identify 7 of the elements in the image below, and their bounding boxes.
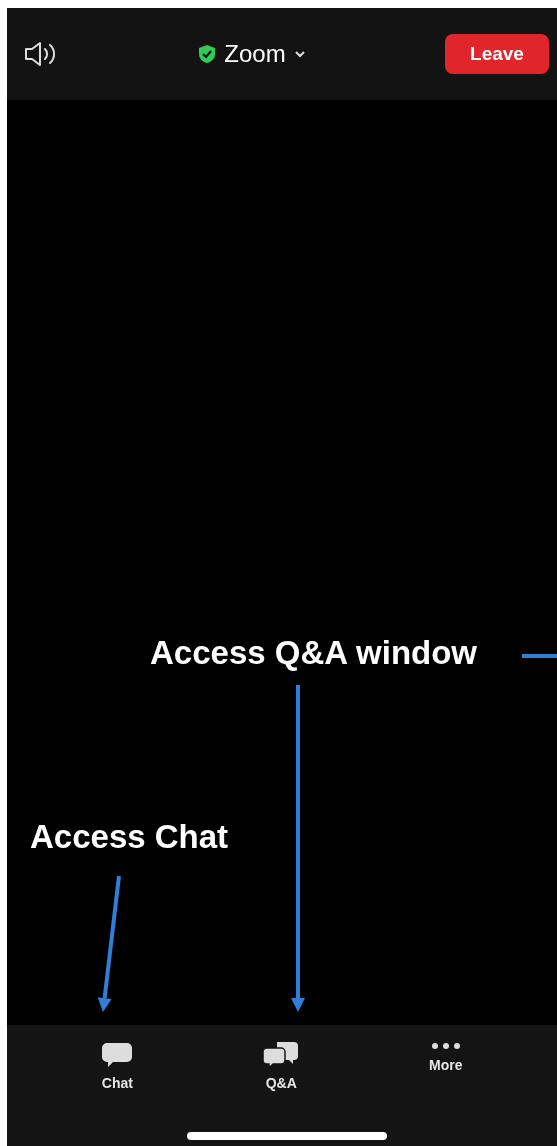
toolbar-button[interactable]: Chat xyxy=(93,1041,142,1091)
meeting-title: Zoom xyxy=(224,40,286,68)
annotation-label: Access Q&A window xyxy=(150,634,478,672)
annotation-label: Access Chat xyxy=(30,818,229,856)
toolbar-button[interactable]: Q&A xyxy=(254,1041,309,1091)
leave-button[interactable]: Leave xyxy=(445,34,549,74)
toolbar-button[interactable]: More xyxy=(421,1041,471,1091)
